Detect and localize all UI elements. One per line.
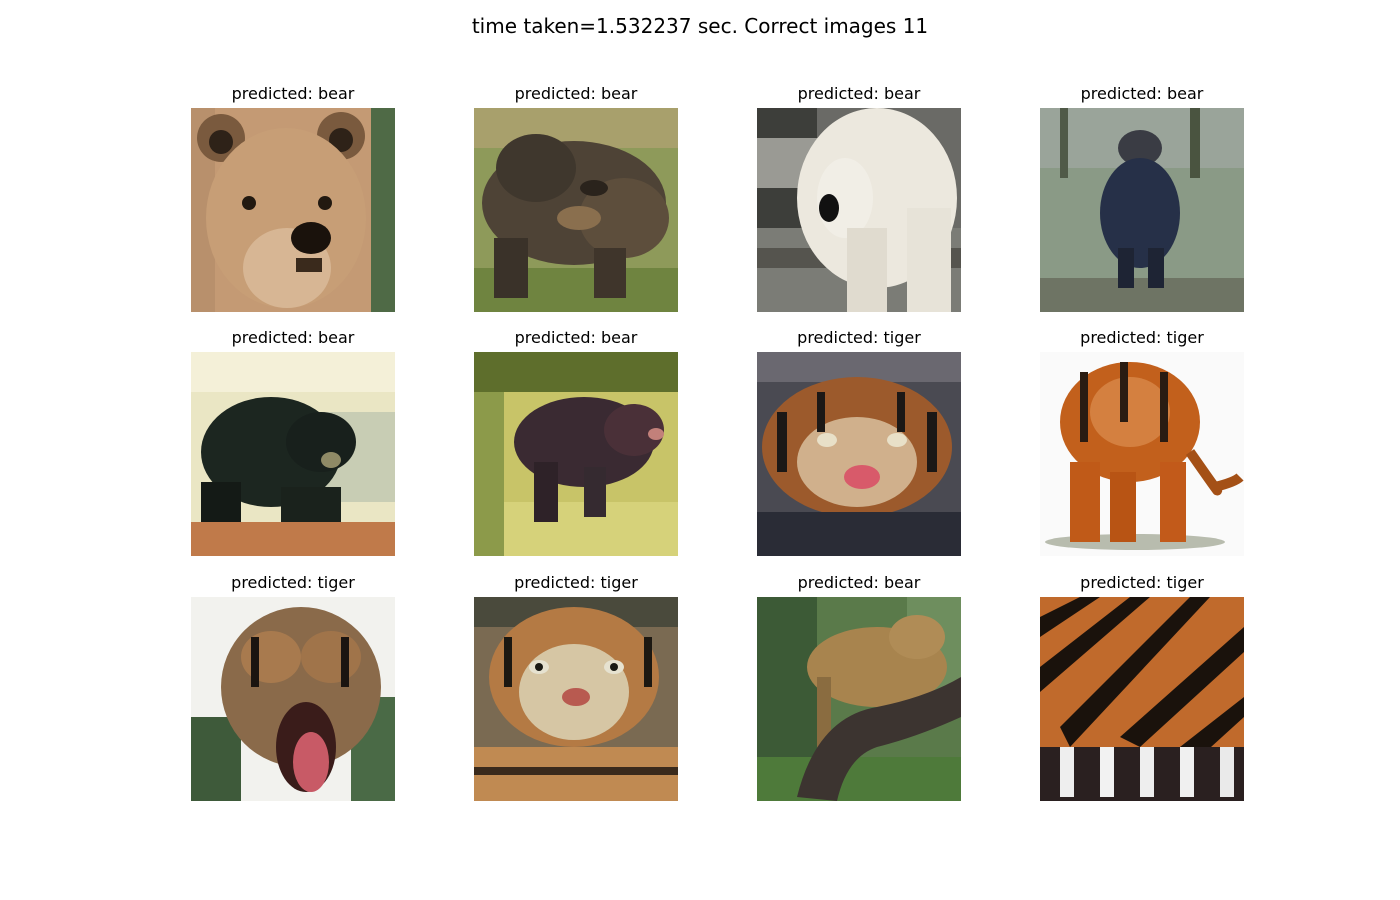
panel-title: predicted: bear [797,84,921,103]
panel-title: predicted: bear [514,84,638,103]
brown-bear-image [474,108,678,312]
standing-bear-image [1040,108,1244,312]
panel-title: predicted: bear [514,328,638,347]
walking-tiger-image [1040,352,1244,556]
figure-title: time taken=1.532237 sec. Correct images … [471,14,929,38]
bear-in-grass-image [474,352,678,556]
tiger-closeup-image [474,597,678,801]
panel-title: predicted: bear [797,573,921,592]
panel-title: predicted: tiger [1080,573,1204,592]
panel-title: predicted: tiger [231,573,355,592]
panel-title: predicted: bear [231,328,355,347]
tiger-fur-image [1040,597,1244,801]
tiger-on-branch-image [757,597,961,801]
panel-title: predicted: bear [1080,84,1204,103]
tiger-face-image [757,352,961,556]
polar-bear-image [757,108,961,312]
panel-title: predicted: tiger [514,573,638,592]
bear-face-image [191,108,395,312]
panel-title: predicted: bear [231,84,355,103]
black-bear-image [191,352,395,556]
panel-title: predicted: tiger [797,328,921,347]
roaring-tiger-image [191,597,395,801]
panel-title: predicted: tiger [1080,328,1204,347]
